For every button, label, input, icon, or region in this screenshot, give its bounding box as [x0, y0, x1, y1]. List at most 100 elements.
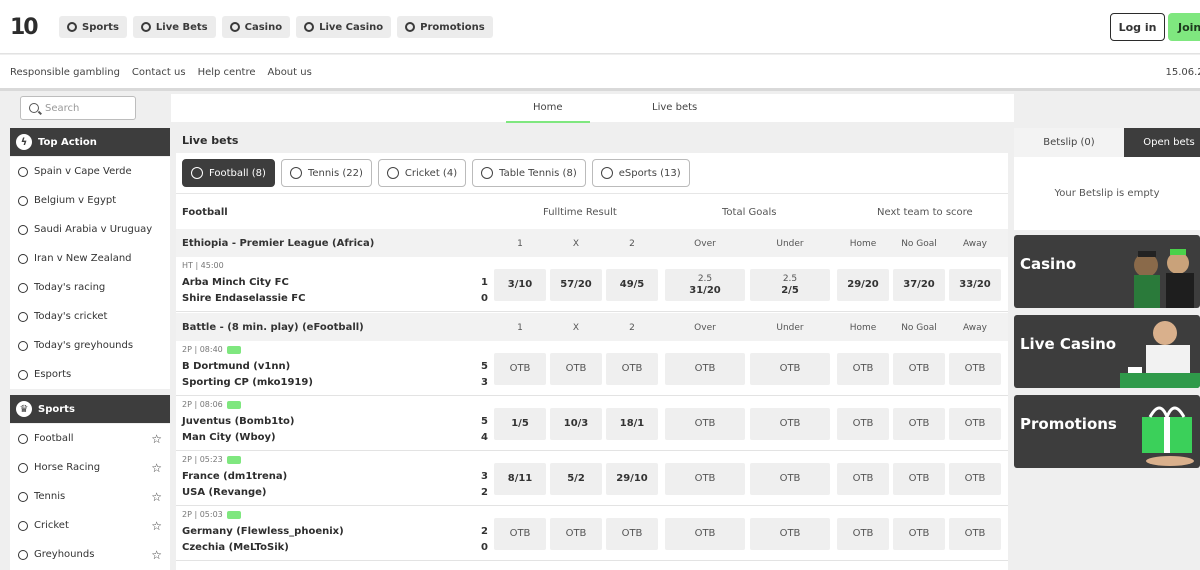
- odds-button[interactable]: 18/1: [606, 408, 658, 440]
- promo-promotions[interactable]: Promotions: [1014, 395, 1200, 468]
- odds-button[interactable]: OTB: [665, 518, 745, 550]
- odds-button[interactable]: 57/20: [550, 269, 602, 301]
- odds-button[interactable]: OTB: [665, 463, 745, 495]
- match-row[interactable]: 2P | 08:40 B Dortmund (v1nn) Sporting CP (…: [176, 341, 1008, 396]
- odds-button[interactable]: 49/5: [606, 269, 658, 301]
- match-row[interactable]: HT | 45:00 Arba Minch City FC Shire Endase…: [176, 257, 1008, 312]
- tab-live-bets[interactable]: Live bets: [652, 102, 697, 113]
- odds-button[interactable]: 33/20: [949, 269, 1001, 301]
- odds-button[interactable]: 2.5 2/5: [750, 269, 830, 301]
- live-icon: [140, 22, 151, 32]
- odds-button[interactable]: OTB: [606, 353, 658, 385]
- odds-button[interactable]: 10/3: [550, 408, 602, 440]
- sidebar-item[interactable]: Today's greyhounds: [10, 331, 170, 360]
- match-row[interactable]: 2P | 05:03 Germany (Flewless_phoenix) Czec…: [176, 506, 1008, 561]
- live-stream-icon[interactable]: [226, 510, 241, 519]
- odds-button[interactable]: OTB: [837, 518, 889, 550]
- tab-open-bets[interactable]: Open bets: [1124, 128, 1200, 157]
- odds-button[interactable]: OTB: [750, 408, 830, 440]
- sidebar-item[interactable]: Horse Racing ☆: [10, 453, 170, 482]
- odds-button[interactable]: OTB: [949, 408, 1001, 440]
- live-stream-icon[interactable]: [226, 345, 241, 354]
- login-button[interactable]: Log in: [1110, 13, 1165, 41]
- odds-button[interactable]: OTB: [550, 353, 602, 385]
- odds-button[interactable]: OTB: [837, 353, 889, 385]
- tab-esports[interactable]: eSports (13): [591, 159, 690, 187]
- sidebar-item[interactable]: Today's cricket: [10, 302, 170, 331]
- join-button[interactable]: Join: [1168, 13, 1200, 41]
- odds-button[interactable]: OTB: [837, 408, 889, 440]
- odds-button[interactable]: OTB: [665, 408, 745, 440]
- tab-tennis[interactable]: Tennis (22): [280, 159, 372, 187]
- odds-button[interactable]: OTB: [750, 518, 830, 550]
- market-subcolumn-label: Home: [849, 323, 877, 333]
- odds-button[interactable]: 8/11: [494, 463, 546, 495]
- link-contact-us[interactable]: Contact us: [132, 67, 186, 78]
- score-away: 3: [481, 377, 488, 388]
- nav-casino[interactable]: Casino: [221, 16, 291, 38]
- search-input[interactable]: Search: [20, 96, 136, 120]
- tab-cricket[interactable]: Cricket (4): [377, 159, 467, 187]
- match-row[interactable]: 2P | 05:23 France (dm1trena) USA (Revange)…: [176, 451, 1008, 506]
- nav-sports[interactable]: Sports: [59, 16, 127, 38]
- sidebar-item[interactable]: Tennis ☆: [10, 482, 170, 511]
- tab-home[interactable]: Home: [506, 102, 590, 123]
- odds-button[interactable]: 2.5 31/20: [665, 269, 745, 301]
- odds-button[interactable]: 29/10: [606, 463, 658, 495]
- promo-live-casino[interactable]: Live Casino: [1014, 315, 1200, 388]
- brand-logo[interactable]: 10: [10, 15, 39, 40]
- odds-button[interactable]: OTB: [949, 463, 1001, 495]
- odds-button[interactable]: 29/20: [837, 269, 889, 301]
- tab-table-tennis[interactable]: Table Tennis (8): [472, 159, 586, 187]
- star-icon[interactable]: ☆: [151, 548, 162, 562]
- sidebar-item[interactable]: Today's racing: [10, 273, 170, 302]
- sidebar-item[interactable]: Football ☆: [10, 424, 170, 453]
- odds-button[interactable]: OTB: [750, 353, 830, 385]
- tab-football[interactable]: Football (8): [182, 159, 275, 187]
- odds-button[interactable]: OTB: [494, 518, 546, 550]
- odds-button[interactable]: 3/10: [494, 269, 546, 301]
- odds-button[interactable]: OTB: [893, 518, 945, 550]
- star-icon[interactable]: ☆: [151, 519, 162, 533]
- sidebar-item[interactable]: Esports: [10, 360, 170, 389]
- link-responsible-gambling[interactable]: Responsible gambling: [10, 67, 120, 78]
- league-header[interactable]: Battle - (8 min. play) (eFootball) 1 X 2 Ove…: [176, 313, 1008, 341]
- link-help-centre[interactable]: Help centre: [198, 67, 256, 78]
- tab-betslip[interactable]: Betslip (0): [1014, 128, 1124, 157]
- nav-promotions[interactable]: Promotions: [397, 16, 493, 38]
- nav-live-bets[interactable]: Live Bets: [132, 16, 216, 38]
- league-header[interactable]: Ethiopia - Premier League (Africa) 1 X 2 Ove…: [176, 229, 1008, 257]
- odds-button[interactable]: OTB: [606, 518, 658, 550]
- live-stream-icon[interactable]: [226, 455, 241, 464]
- live-stream-icon[interactable]: [226, 400, 241, 409]
- sidebar-item[interactable]: Saudi Arabia v Uruguay: [10, 215, 170, 244]
- odds-button[interactable]: OTB: [893, 463, 945, 495]
- sidebar-item[interactable]: Greyhounds ☆: [10, 540, 170, 569]
- link-about-us[interactable]: About us: [268, 67, 312, 78]
- odds-button[interactable]: OTB: [750, 463, 830, 495]
- odds-button[interactable]: 5/2: [550, 463, 602, 495]
- sidebar-item[interactable]: Spain v Cape Verde: [10, 157, 170, 186]
- cricket-icon: [18, 520, 28, 531]
- odds-button[interactable]: OTB: [949, 518, 1001, 550]
- sidebar-item[interactable]: Belgium v Egypt: [10, 186, 170, 215]
- star-icon[interactable]: ☆: [151, 490, 162, 504]
- promo-casino[interactable]: Casino: [1014, 235, 1200, 308]
- odds-button[interactable]: OTB: [837, 463, 889, 495]
- sidebar-item[interactable]: Cricket ☆: [10, 511, 170, 540]
- odds-value: OTB: [565, 528, 587, 539]
- match-row[interactable]: 2P | 08:06 Juventus (Bomb1to) Man City (Wb…: [176, 396, 1008, 451]
- odds-button[interactable]: OTB: [893, 408, 945, 440]
- odds-button[interactable]: OTB: [949, 353, 1001, 385]
- odds-button[interactable]: OTB: [665, 353, 745, 385]
- star-icon[interactable]: ☆: [151, 461, 162, 475]
- odds-button[interactable]: 37/20: [893, 269, 945, 301]
- odds-button[interactable]: OTB: [893, 353, 945, 385]
- odds-button[interactable]: OTB: [550, 518, 602, 550]
- odds-button[interactable]: 1/5: [494, 408, 546, 440]
- trophy-icon: ♛: [16, 401, 32, 417]
- odds-button[interactable]: OTB: [494, 353, 546, 385]
- star-icon[interactable]: ☆: [151, 432, 162, 446]
- nav-live-casino[interactable]: Live Casino: [296, 16, 392, 38]
- sidebar-item[interactable]: Iran v New Zealand: [10, 244, 170, 273]
